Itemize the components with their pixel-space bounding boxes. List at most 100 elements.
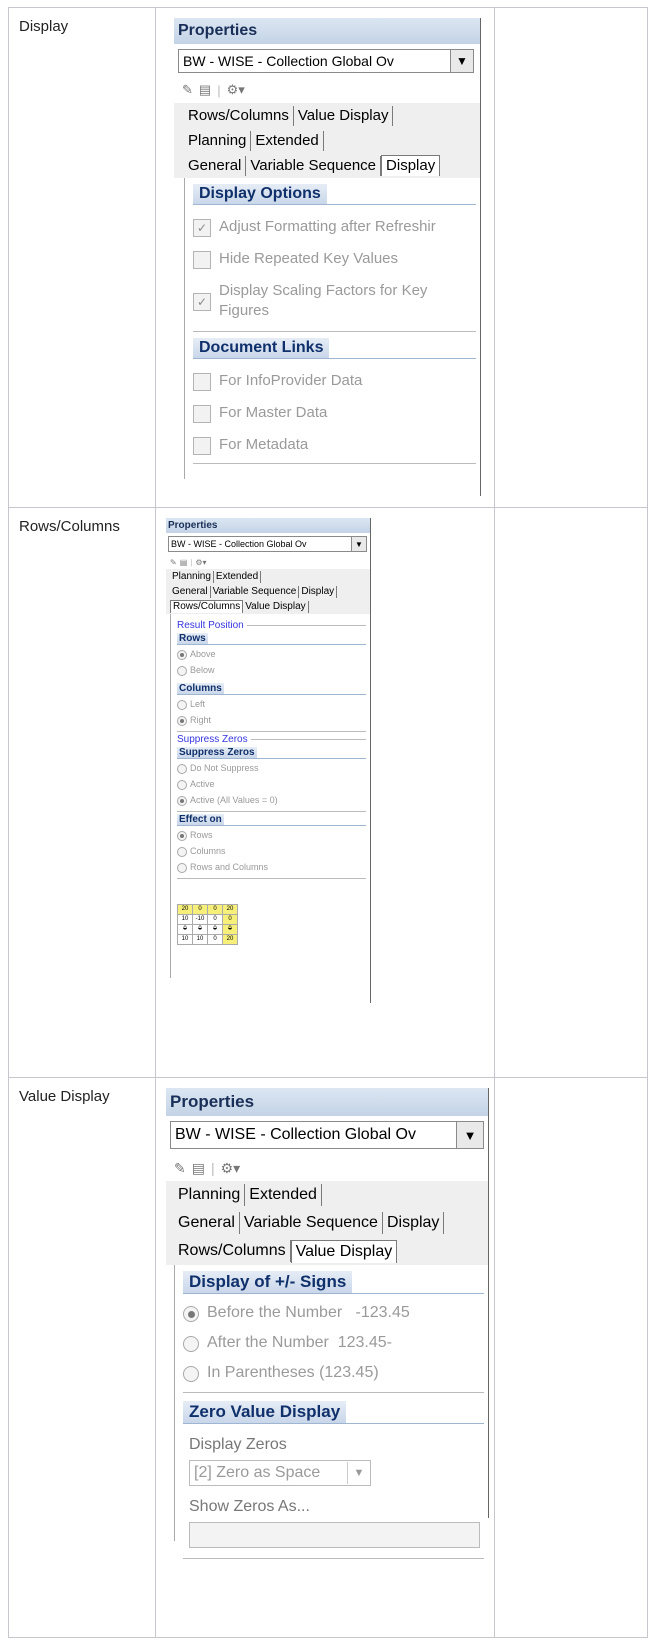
tab-general[interactable]: General — [170, 585, 211, 598]
tab-general[interactable]: General — [184, 155, 247, 176]
screenshot-cell: Properties BW - WISE - Collection Global… — [155, 507, 495, 1078]
checkbox-checked-icon[interactable]: ✓ — [193, 219, 211, 237]
radio-active[interactable]: Active — [177, 777, 366, 791]
radio-icon[interactable] — [177, 780, 187, 790]
tab-display[interactable]: Display — [381, 155, 441, 176]
radio-icon[interactable] — [177, 764, 187, 774]
radio-after-number[interactable]: After the Number 123.45- — [183, 1332, 484, 1354]
radio-left[interactable]: Left — [177, 697, 366, 711]
brush-icon[interactable]: ✎ — [170, 558, 177, 567]
radio-icon[interactable] — [177, 700, 187, 710]
radio-icon[interactable] — [183, 1366, 199, 1382]
tab-general[interactable]: General — [174, 1212, 240, 1234]
tab-display[interactable]: Display — [383, 1212, 445, 1234]
tab-extended[interactable]: Extended — [214, 570, 262, 583]
radio-selected-icon[interactable] — [177, 716, 187, 726]
option-infoprovider-data[interactable]: For InfoProvider Data — [193, 371, 476, 391]
tab-value-display[interactable]: Value Display — [294, 105, 394, 126]
checkbox-icon[interactable] — [193, 251, 211, 269]
radio-effect-both[interactable]: Rows and Columns — [177, 860, 366, 874]
option-label: Before the Number -123.45 — [207, 1304, 410, 1321]
tab-rows-columns[interactable]: Rows/Columns — [174, 1240, 291, 1262]
group-title: Suppress Zeros — [177, 734, 248, 745]
tab-display[interactable]: Display — [299, 585, 338, 598]
section-title: Display of +/- Signs — [183, 1271, 353, 1293]
group-header: Result Position — [177, 620, 366, 631]
option-adjust-formatting[interactable]: ✓ Adjust Formatting after Refreshir — [193, 217, 476, 237]
settings-icon[interactable]: ⚙▾ — [227, 82, 245, 98]
radio-before-number[interactable]: Before the Number -123.45 — [183, 1302, 484, 1324]
radio-effect-rows[interactable]: Rows — [177, 828, 366, 842]
option-metadata[interactable]: For Metadata — [193, 435, 476, 455]
toolbar: ✎ ▤ | ⚙▾ — [174, 77, 480, 103]
query-selector-value: BW - WISE - Collection Global Ov — [183, 53, 394, 69]
tab-rows-columns[interactable]: Rows/Columns — [184, 105, 294, 126]
table-row: 10 -10 0 0 — [177, 914, 238, 925]
radio-selected-icon[interactable] — [177, 831, 187, 841]
display-zeros-label: Display Zeros — [189, 1436, 287, 1453]
tab-extended[interactable]: Extended — [251, 130, 324, 151]
empty-cell — [494, 7, 648, 508]
radio-icon[interactable] — [177, 847, 187, 857]
toolbar: ✎ ▤ | ⚙▾ — [166, 555, 370, 569]
tab-planning[interactable]: Planning — [184, 130, 252, 151]
query-selector[interactable]: BW - WISE - Collection Global Ov ▼ — [168, 536, 367, 552]
radio-do-not-suppress[interactable]: Do Not Suppress — [177, 761, 366, 775]
radio-selected-icon[interactable] — [183, 1306, 199, 1322]
brush-icon[interactable]: ✎ — [174, 1160, 186, 1177]
panel-title: Properties — [174, 18, 480, 44]
tab-value-display[interactable]: Value Display — [243, 600, 309, 613]
dropdown-arrow-icon[interactable]: ▼ — [450, 50, 473, 72]
save-icon[interactable]: ▤ — [199, 82, 211, 98]
settings-icon[interactable]: ⚙▾ — [221, 1160, 241, 1177]
tab-content: Result Position Rows Above Below Columns… — [170, 614, 370, 978]
radio-effect-columns[interactable]: Columns — [177, 844, 366, 858]
brush-icon[interactable]: ✎ — [182, 82, 193, 98]
option-hide-repeated[interactable]: Hide Repeated Key Values — [193, 249, 476, 269]
radio-parentheses[interactable]: In Parentheses (123.45) — [183, 1362, 484, 1384]
table-row: 20 0 0 20 — [177, 904, 238, 915]
tab-value-display[interactable]: Value Display — [290, 1239, 398, 1263]
settings-icon[interactable]: ⚙▾ — [195, 558, 206, 567]
radio-icon[interactable] — [177, 863, 187, 873]
group-title: Result Position — [177, 620, 244, 631]
radio-right[interactable]: Right — [177, 713, 366, 727]
table-row: Value Display Properties BW - WISE - Col… — [8, 1077, 648, 1638]
checkbox-icon[interactable] — [193, 405, 211, 423]
radio-above[interactable]: Above — [177, 647, 366, 661]
radio-active-all-zero[interactable]: Active (All Values = 0) — [177, 793, 366, 807]
radio-below[interactable]: Below — [177, 663, 366, 677]
query-selector[interactable]: BW - WISE - Collection Global Ov ▼ — [170, 1121, 484, 1149]
save-icon[interactable]: ▤ — [180, 558, 188, 567]
tab-rows-columns[interactable]: Rows/Columns — [170, 600, 244, 613]
panel-title: Properties — [166, 1088, 488, 1116]
tab-planning[interactable]: Planning — [170, 570, 214, 583]
checkbox-icon[interactable] — [193, 437, 211, 455]
tab-extended[interactable]: Extended — [245, 1184, 322, 1206]
radio-selected-icon[interactable] — [177, 796, 187, 806]
screenshot-cell: Properties BW - WISE - Collection Global… — [155, 7, 495, 508]
option-master-data[interactable]: For Master Data — [193, 403, 476, 423]
query-selector[interactable]: BW - WISE - Collection Global Ov ▼ — [178, 49, 474, 73]
option-label: Rows — [190, 830, 213, 840]
radio-icon[interactable] — [183, 1336, 199, 1352]
tab-variable-sequence[interactable]: Variable Sequence — [211, 585, 300, 598]
radio-selected-icon[interactable] — [177, 650, 187, 660]
show-zeros-input[interactable] — [189, 1522, 480, 1548]
display-zeros-select[interactable]: [2] Zero as Space ▼ — [189, 1460, 371, 1486]
dropdown-arrow-icon[interactable]: ▼ — [347, 1462, 370, 1484]
option-display-scaling[interactable]: ✓ Display Scaling Factors for Key Figure… — [193, 281, 476, 321]
properties-panel: Properties BW - WISE - Collection Global… — [166, 518, 371, 1003]
dropdown-arrow-icon[interactable]: ▼ — [456, 1122, 483, 1148]
radio-icon[interactable] — [177, 666, 187, 676]
tab-variable-sequence[interactable]: Variable Sequence — [240, 1212, 383, 1234]
dropdown-arrow-icon[interactable]: ▼ — [351, 537, 366, 551]
option-label: Display Scaling Factors for Key Figures — [219, 282, 428, 319]
save-icon[interactable]: ▤ — [192, 1160, 205, 1177]
group-header: Suppress Zeros — [177, 734, 366, 745]
row-label: Rows/Columns — [19, 518, 120, 535]
tab-variable-sequence[interactable]: Variable Sequence — [246, 155, 382, 176]
checkbox-icon[interactable] — [193, 373, 211, 391]
checkbox-checked-icon[interactable]: ✓ — [193, 293, 211, 311]
tab-planning[interactable]: Planning — [174, 1184, 246, 1206]
